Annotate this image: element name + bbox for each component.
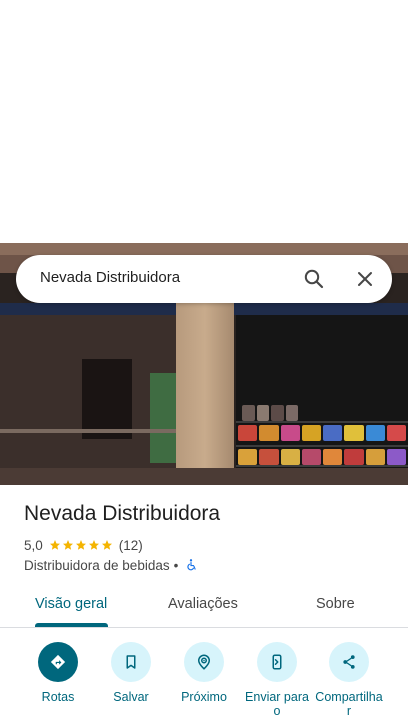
wheelchair-accessible-icon xyxy=(187,559,196,571)
star-icon xyxy=(62,540,73,550)
search-icon[interactable] xyxy=(302,267,326,291)
nearby-button[interactable]: Próximo xyxy=(169,642,239,704)
tab-bar: Visão geral Avaliações Sobre xyxy=(0,582,408,628)
star-icon xyxy=(75,540,86,550)
review-count[interactable]: (12) xyxy=(119,538,143,553)
save-label: Salvar xyxy=(113,690,149,704)
star-icon xyxy=(101,540,112,550)
star-icon xyxy=(49,540,60,550)
directions-button[interactable]: Rotas xyxy=(23,642,93,704)
place-title: Nevada Distribuidora xyxy=(24,502,221,525)
share-label: Compartilha r xyxy=(315,690,383,718)
save-button[interactable]: Salvar xyxy=(96,642,166,704)
nearby-label: Próximo xyxy=(181,690,227,704)
star-icon xyxy=(88,540,99,550)
tab-reviews[interactable]: Avaliações xyxy=(168,596,238,612)
rating-value: 5,0 xyxy=(24,537,43,553)
tab-overview[interactable]: Visão geral xyxy=(35,596,107,612)
send-to-phone-label: Enviar para o xyxy=(245,690,309,718)
share-button[interactable]: Compartilha r xyxy=(314,642,384,718)
place-category: Distribuidora de bebidas xyxy=(24,557,170,573)
send-to-phone-icon xyxy=(257,642,297,682)
share-icon xyxy=(329,642,369,682)
close-icon[interactable] xyxy=(353,267,377,291)
directions-label: Rotas xyxy=(41,690,75,704)
map-area[interactable] xyxy=(0,0,408,243)
separator-dot: • xyxy=(173,557,179,573)
category-row: Distribuidora de bebidas • xyxy=(24,556,198,574)
bookmark-icon xyxy=(111,642,151,682)
send-to-phone-button[interactable]: Enviar para o xyxy=(242,642,312,718)
search-query[interactable]: Nevada Distribuidora xyxy=(40,269,180,286)
rating-row[interactable]: 5,0 (12) xyxy=(24,536,143,554)
search-bar[interactable]: Nevada Distribuidora xyxy=(16,255,392,303)
directions-icon xyxy=(38,642,78,682)
nearby-icon xyxy=(184,642,224,682)
star-rating xyxy=(49,539,113,551)
tab-about[interactable]: Sobre xyxy=(316,596,355,612)
active-tab-indicator xyxy=(35,623,108,627)
